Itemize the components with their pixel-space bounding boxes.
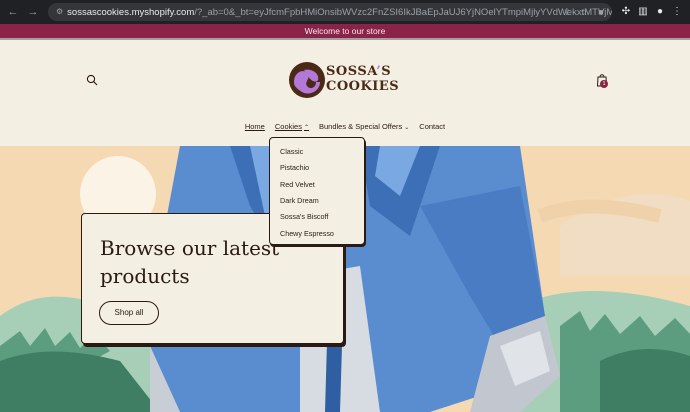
profile-icon[interactable]: ● (654, 4, 666, 20)
search-icon[interactable] (86, 74, 98, 86)
logo-line-1-end: S (381, 64, 392, 79)
main-navigation: Home Cookies ⌃ Bundles & Special Offers ⌄ … (0, 121, 690, 135)
extensions-puzzle-icon[interactable]: ✣ (620, 4, 632, 20)
nav-bundles[interactable]: Bundles & Special Offers ⌄ (319, 121, 409, 135)
site-info-icon[interactable]: ⚙ (56, 7, 63, 17)
site-header: SOSSA’S COOKIES 1 Home Cookies ⌃ Bundles … (0, 40, 690, 146)
dropdown-item-red-velvet[interactable]: Red Velvet (280, 180, 315, 189)
dropdown-item-classic[interactable]: Classic (280, 147, 303, 156)
bookmark-star-icon[interactable]: ☆ (577, 5, 591, 19)
share-icon[interactable]: ⇪ (560, 5, 574, 19)
dropdown-item-chewy-espresso[interactable]: Chewy Espresso (280, 229, 334, 238)
address-bar[interactable]: ⚙ sossascookies.myshopify.com/?_ab=0&_bt… (48, 3, 612, 21)
logo-line-1: SOSSA (326, 64, 377, 79)
browser-toolbar: ← → ↻ ⚙ sossascookies.myshopify.com/?_ab… (0, 0, 690, 24)
back-icon[interactable]: ← (6, 5, 20, 19)
shop-all-button[interactable]: Shop all (99, 301, 159, 325)
dropdown-item-dark-dream[interactable]: Dark Dream (280, 196, 319, 205)
cookies-dropdown-menu: Classic Pistachio Red Velvet Dark Dream … (269, 137, 365, 245)
menu-kebab-icon[interactable]: ⋮ (671, 4, 683, 20)
forward-icon[interactable]: → (26, 5, 40, 19)
chevron-down-icon: ⌄ (404, 125, 410, 131)
nav-cookies-label: Cookies (274, 122, 302, 131)
dropdown-item-sossas-biscoff[interactable]: Sossa's Biscoff (280, 212, 328, 221)
nav-cookies[interactable]: Cookies ⌃ (275, 121, 309, 135)
cart-count-badge: 1 (600, 80, 608, 88)
side-panel-icon[interactable]: ▥ (637, 4, 649, 20)
url-host: sossascookies.myshopify.com (67, 6, 195, 18)
logo-text[interactable]: SOSSA’S COOKIES (326, 64, 406, 94)
url-text: sossascookies.myshopify.com/?_ab=0&_bt=e… (67, 7, 612, 18)
url-path: /?_ab=0&_bt=eyJfcmFpbHMiOnsibWVzc2FnZSI6… (194, 6, 612, 18)
nav-bundles-label: Bundles & Special Offers (319, 122, 403, 131)
announcement-text: Welcome to our store (0, 24, 690, 38)
logo-line-2: COOKIES (326, 79, 400, 94)
nav-home[interactable]: Home (245, 121, 265, 135)
nav-contact[interactable]: Contact (419, 121, 445, 135)
chevron-up-icon: ⌃ (303, 125, 309, 131)
announcement-bar: Welcome to our store (0, 24, 690, 40)
dropdown-item-pistachio[interactable]: Pistachio (280, 163, 309, 172)
extension-page-icon[interactable]: ■ (594, 5, 608, 19)
